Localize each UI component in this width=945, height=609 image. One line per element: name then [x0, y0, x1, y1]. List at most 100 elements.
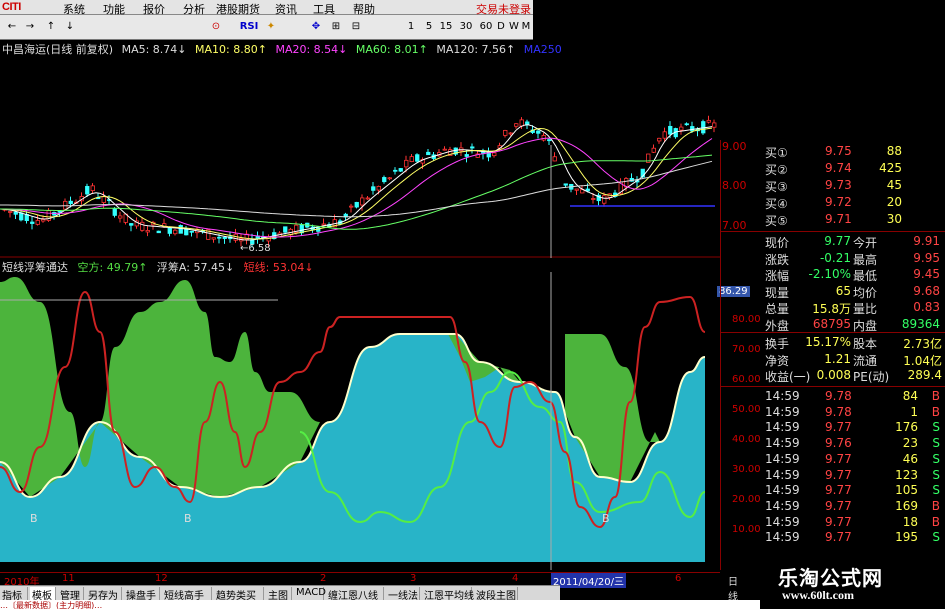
tab-5[interactable]: 短线高手 — [162, 587, 212, 602]
tab-12[interactable]: 波段主图 — [474, 587, 518, 602]
candle — [464, 154, 469, 157]
zoom-out-icon[interactable]: ⊟ — [348, 19, 364, 35]
app-logo: CITI — [2, 1, 21, 13]
candle — [651, 147, 656, 153]
period-week[interactable]: W — [508, 19, 520, 35]
candle — [602, 195, 607, 204]
bid-label: 买⑤ — [765, 214, 788, 228]
period-30min[interactable]: 30 — [458, 19, 474, 35]
period-60min[interactable]: 60 — [478, 19, 494, 35]
tab-10[interactable]: 一线法 — [386, 587, 420, 602]
candle — [178, 225, 183, 234]
candle — [508, 132, 513, 135]
period-15min[interactable]: 15 — [438, 19, 454, 35]
tick-row: 14:59 9.77 18 B — [765, 514, 940, 529]
quote-panel: 买① 9.75 88 买② 9.74 425 买③ 9.73 45 买④ 9.7… — [720, 140, 945, 570]
candle — [679, 126, 684, 131]
period-day[interactable]: D — [495, 19, 507, 35]
tick-row: 14:59 9.78 84 B — [765, 389, 940, 403]
period-5min[interactable]: 5 — [422, 19, 436, 35]
tick-row: 14:59 9.77 169 B — [765, 498, 940, 513]
tab-2[interactable]: 管理 — [58, 587, 84, 602]
bid-label: 买① — [765, 146, 788, 160]
candle — [349, 205, 354, 208]
candle — [470, 146, 475, 149]
watermark: 乐淘公式网 www.60lt.com — [760, 560, 945, 609]
rsi-button[interactable]: RSI — [238, 19, 260, 35]
down-arrow-icon[interactable]: ↓ — [62, 19, 78, 35]
bid-row[interactable]: 买⑤ 9.71 30 — [721, 212, 945, 229]
candle — [657, 137, 662, 142]
tab-1[interactable]: 模板 — [30, 587, 56, 602]
indicator-chart[interactable]: B B B — [0, 272, 720, 570]
candle — [189, 230, 194, 233]
candle — [90, 185, 95, 192]
candle — [426, 151, 431, 156]
bid-row[interactable]: 买④ 9.72 20 — [721, 195, 945, 212]
candle — [8, 211, 13, 213]
bid-volume: 45 — [886, 178, 902, 192]
candle — [266, 236, 271, 242]
candle — [398, 168, 403, 172]
buy-marker: B — [184, 512, 192, 525]
bid-label: 买④ — [765, 197, 788, 211]
date-label: 11 — [62, 573, 75, 584]
ma-lines — [0, 124, 715, 241]
candle — [112, 208, 117, 216]
candle — [415, 154, 420, 162]
ma-line — [0, 137, 713, 238]
candle — [85, 186, 90, 195]
candle — [222, 236, 227, 239]
period-1min[interactable]: 1 — [404, 19, 418, 35]
spark-icon[interactable]: ✦ — [263, 19, 279, 35]
bid-row[interactable]: 买① 9.75 88 — [721, 144, 945, 161]
period-month[interactable]: M — [520, 19, 532, 35]
bid-price: 9.75 — [825, 144, 852, 158]
candle — [662, 131, 667, 139]
indicator-legend: 短线浮筹通达 空方: 49.79↑ 浮筹A: 57.45↓ 短线: 53.04↓ — [2, 259, 320, 274]
candle — [442, 148, 447, 151]
up-arrow-icon[interactable]: ↑ — [43, 19, 59, 35]
candle — [129, 223, 134, 226]
candle — [552, 156, 557, 162]
target-icon[interactable]: ⊙ — [208, 19, 224, 35]
quote-row: 收益(一) 0.008 PE(动) 289.4 — [765, 368, 942, 384]
bid-label: 买③ — [765, 180, 788, 194]
candle — [365, 197, 370, 200]
candles — [2, 115, 717, 248]
bid-row[interactable]: 买③ 9.73 45 — [721, 178, 945, 195]
kline-chart[interactable]: ←6.58 — [0, 55, 720, 258]
candle — [354, 201, 359, 208]
buy-marker: B — [30, 512, 38, 525]
bid-row[interactable]: 买② 9.74 425 — [721, 161, 945, 178]
tab-3[interactable]: 另存为 — [86, 587, 122, 602]
candle — [574, 188, 579, 191]
forward-icon[interactable]: → — [22, 19, 38, 35]
tab-11[interactable]: 江恩平均线 — [422, 587, 474, 602]
bid-volume: 88 — [886, 144, 902, 158]
candle — [382, 177, 387, 183]
low-price-marker: ←6.58 — [240, 243, 271, 254]
candle — [19, 212, 24, 221]
tab-4[interactable]: 操盘手 — [124, 587, 160, 602]
candle — [393, 169, 398, 172]
candle — [514, 123, 519, 127]
period-label[interactable]: 日线 — [728, 573, 738, 603]
ma-legend: 中昌海运(日线 前复权) MA5: 8.74↓ MA10: 8.80↑ MA20… — [2, 41, 567, 56]
bid-price: 9.72 — [825, 195, 852, 209]
watermark-title: 乐淘公式网 — [778, 568, 883, 590]
tab-7[interactable]: 主图 — [266, 587, 292, 602]
tab-6[interactable]: 趋势类买 — [214, 587, 264, 602]
ma-line — [0, 124, 713, 241]
candle — [492, 152, 497, 157]
candle — [118, 215, 123, 219]
quote-row: 换手 15.17% 股本 2.73亿 — [765, 335, 942, 351]
candle — [283, 226, 288, 233]
move-icon[interactable]: ✥ — [308, 19, 324, 35]
tab-9[interactable]: 缠江恩八线 — [326, 587, 384, 602]
tab-0[interactable]: 指标 — [0, 587, 28, 602]
cursor-date: 2011/04/20/三 — [551, 573, 627, 588]
back-icon[interactable]: ← — [4, 19, 20, 35]
zoom-in-icon[interactable]: ⊞ — [328, 19, 344, 35]
tab-8[interactable]: MACD — [294, 587, 326, 600]
